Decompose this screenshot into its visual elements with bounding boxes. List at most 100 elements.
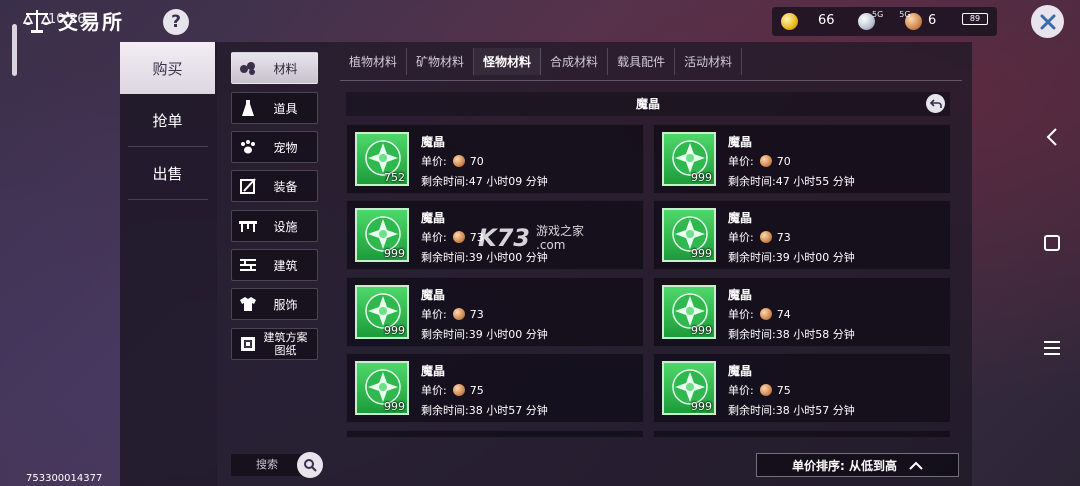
category-equipment[interactable]: 装备	[231, 170, 318, 202]
tab-monster[interactable]: 怪物材料	[474, 48, 542, 75]
search-group: 搜索	[231, 452, 323, 478]
blueprint-icon	[234, 330, 262, 358]
listing-card[interactable]: 999 魔晶 单价: 70 剩余时间:47 小时55 分钟	[653, 124, 951, 194]
item-icon: 752	[355, 132, 409, 186]
time-value: 39 小时00 分钟	[468, 251, 548, 264]
category-clothing[interactable]: 服饰	[231, 288, 318, 320]
price-value: 73	[776, 230, 791, 244]
time-value: 39 小时00 分钟	[468, 328, 548, 341]
watermark-logo: K73	[478, 224, 530, 252]
category-label: 装备	[273, 179, 298, 194]
item-quantity: 999	[691, 247, 712, 260]
time-label: 剩余时间:	[421, 251, 469, 264]
item-name: 魔晶	[728, 211, 753, 225]
bronze-coin-icon	[452, 384, 465, 396]
category-items[interactable]: 道具	[231, 92, 318, 124]
battery-icon: 89	[962, 13, 988, 25]
price-row: 单价: 73	[728, 229, 791, 245]
price-label: 单价:	[421, 155, 447, 168]
price-label: 单价:	[421, 308, 447, 321]
listing-card[interactable]: 999 魔晶 单价: 74 剩余时间:38 小时58 分钟	[653, 277, 951, 347]
back-button[interactable]	[926, 94, 945, 113]
tab-vehicle-parts[interactable]: 载具配件	[608, 48, 676, 75]
facility-icon	[234, 212, 262, 240]
listing-card[interactable]: 999 魔晶 单价: 75 剩余时间:38 小时57 分钟	[653, 353, 951, 423]
price-row: 单价: 70	[728, 153, 791, 169]
close-button[interactable]	[1031, 5, 1064, 38]
menu-icon	[1044, 341, 1060, 355]
search-input[interactable]: 搜索	[231, 454, 303, 476]
listing-card[interactable]: 999 魔晶 单价: 73 剩余时间:39 小时00 分钟	[346, 277, 644, 347]
price-label: 单价:	[421, 231, 447, 244]
watermark-text-line2: .com	[536, 238, 566, 252]
sys-menu-button[interactable]	[1032, 328, 1072, 368]
time-row: 剩余时间:38 小时57 分钟	[421, 402, 548, 418]
bronze-coin-icon	[452, 231, 465, 243]
category-pets[interactable]: 宠物	[231, 131, 318, 163]
top-bar: 交易所 10:26 ? 66 6 5G 5G 89	[0, 0, 1080, 76]
bronze-coin-icon	[759, 155, 772, 167]
gold-coin-icon	[781, 13, 798, 30]
price-value: 73	[469, 307, 484, 321]
sort-button[interactable]: 单价排序: 从低到高	[756, 453, 959, 477]
time-label: 剩余时间:	[421, 175, 469, 188]
materials-icon	[234, 54, 262, 82]
listing-card[interactable]: 999 魔晶 单价: 73 剩余时间:39 小时00 分钟	[653, 200, 951, 270]
user-id: 753300014377	[26, 473, 103, 484]
price-row: 单价: 74	[728, 306, 791, 322]
price-row: 单价: 75	[728, 382, 791, 398]
category-label: 道具	[273, 101, 298, 116]
listing-card-partial[interactable]	[653, 430, 951, 438]
tab-synthesis[interactable]: 合成材料	[541, 48, 609, 75]
category-label-line1: 建筑方案	[263, 331, 308, 344]
category-materials[interactable]: 材料	[231, 52, 318, 84]
sys-home-button[interactable]	[1032, 223, 1072, 263]
listing-card[interactable]: 752 魔晶 单价: 70 剩余时间:47 小时09 分钟	[346, 124, 644, 194]
help-button[interactable]: ?	[163, 9, 189, 35]
item-quantity: 999	[691, 171, 712, 184]
tab-plant[interactable]: 植物材料	[340, 48, 408, 75]
time-label: 剩余时间:	[728, 328, 776, 341]
time-label: 剩余时间:	[728, 404, 776, 417]
time-value: 47 小时55 分钟	[775, 175, 855, 188]
price-row: 单价: 73	[421, 306, 484, 322]
tabs-divider	[340, 80, 962, 81]
bronze-coin-icon	[452, 155, 465, 167]
item-quantity: 999	[384, 324, 405, 337]
item-quantity: 999	[384, 247, 405, 260]
tab-mineral[interactable]: 矿物材料	[407, 48, 475, 75]
battery-level: 89	[969, 14, 981, 23]
tab-event[interactable]: 活动材料	[675, 48, 743, 75]
signal-b: 5G	[899, 10, 911, 19]
clothing-icon	[234, 290, 262, 318]
price-value: 75	[776, 383, 791, 397]
item-name: 魔晶	[421, 211, 446, 225]
category-label: 材料	[273, 61, 298, 76]
category-facilities[interactable]: 设施	[231, 210, 318, 242]
nav-buy[interactable]: 购买	[120, 42, 215, 94]
price-label: 单价:	[728, 384, 754, 397]
price-row: 单价: 73	[421, 229, 484, 245]
time-label: 剩余时间:	[421, 404, 469, 417]
item-name: 魔晶	[421, 135, 446, 149]
nav-sell[interactable]: 出售	[120, 147, 215, 199]
section-header: 魔晶	[346, 92, 950, 116]
time-label: 剩余时间:	[421, 328, 469, 341]
category-buildings[interactable]: 建筑	[231, 249, 318, 281]
search-button[interactable]	[297, 452, 323, 478]
nav-grab-order[interactable]: 抢单	[120, 94, 215, 146]
category-label: 建筑方案 图纸	[262, 331, 309, 357]
sys-back-button[interactable]	[1032, 117, 1072, 157]
chevron-up-icon	[909, 461, 923, 470]
item-icon: 999	[662, 132, 716, 186]
listing-card[interactable]: 999 魔晶 单价: 75 剩余时间:38 小时57 分钟	[346, 353, 644, 423]
time-row: 剩余时间:38 小时57 分钟	[728, 402, 855, 418]
status-signal: 5G 5G	[872, 10, 911, 19]
category-blueprints[interactable]: 建筑方案 图纸	[231, 328, 318, 360]
item-icon: 999	[662, 208, 716, 262]
listing-card-partial[interactable]	[346, 430, 644, 438]
item-name: 魔晶	[421, 364, 446, 378]
time-value: 38 小时58 分钟	[775, 328, 855, 341]
category-label-line2: 图纸	[274, 344, 297, 357]
nav-divider	[128, 199, 208, 200]
